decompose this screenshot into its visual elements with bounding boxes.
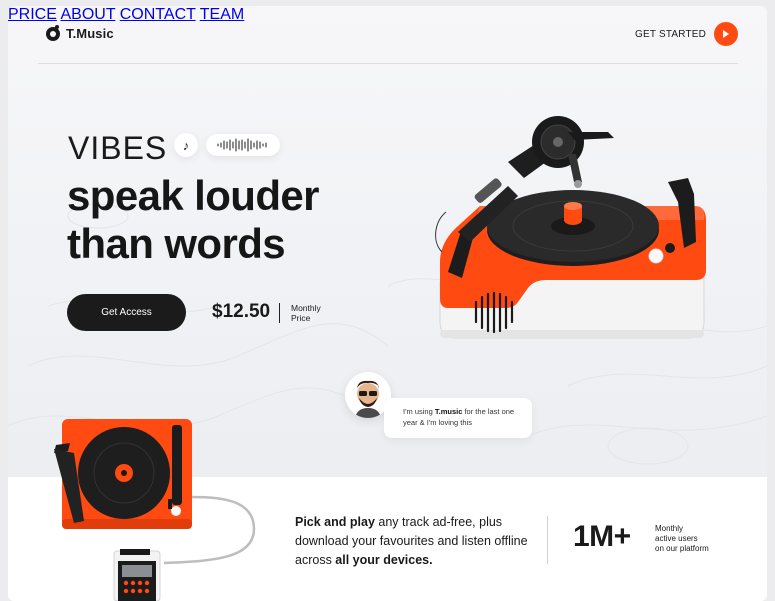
brand-logo[interactable]: T.Music	[46, 24, 114, 41]
headline-line-1: speak louder	[67, 172, 320, 219]
testimonial-bubble: I'm using T.music for the last one year …	[384, 398, 532, 438]
testimonial-text-start: I'm using	[403, 407, 435, 416]
get-started-label: GET STARTED	[635, 28, 707, 40]
band-divider	[547, 516, 548, 564]
price-label-line-2: Price	[291, 313, 311, 323]
stat-label-line-2: active users	[655, 534, 698, 543]
features-text-bold-1: Pick and play	[295, 515, 375, 529]
page-frame: T.Music PRICE ABOUT CONTACT TEAM GET STA…	[8, 6, 767, 601]
logo-icon	[46, 24, 60, 41]
turntable-device-image	[54, 419, 256, 601]
price-value: $12.50	[212, 301, 271, 322]
stat-label-line-1: Monthly	[655, 524, 684, 533]
get-started-button[interactable]	[714, 22, 739, 46]
brand-name: T.Music	[66, 26, 114, 41]
headline-line-2: than words	[67, 220, 286, 267]
header-divider	[38, 63, 738, 64]
features-text-bold-2: all your devices.	[335, 553, 433, 567]
stat-value: 1M+	[573, 520, 631, 553]
get-access-button[interactable]: Get Access	[67, 294, 186, 331]
price-label-line-1: Monthly	[291, 303, 321, 313]
price-label: Monthly Price	[291, 303, 341, 323]
get-started-cta[interactable]: GET STARTED	[635, 22, 739, 46]
header: T.Music PRICE ABOUT CONTACT TEAM GET STA…	[8, 6, 767, 64]
stat-label-line-3: on our platform	[655, 544, 709, 553]
nav-item-contact[interactable]: CONTACT	[120, 6, 196, 23]
features-text: Pick and play any track ad-free, plus do…	[295, 513, 535, 570]
waveform-pill	[206, 134, 280, 156]
music-note-icon: ♪	[174, 133, 198, 157]
nav-item-team[interactable]: TEAM	[200, 6, 244, 23]
nav-item-about[interactable]: ABOUT	[60, 6, 115, 23]
stat-label: Monthly active users on our platform	[655, 524, 735, 554]
waveform-icon	[217, 138, 267, 152]
arrow-right-icon	[723, 30, 730, 38]
turntable-hero-image	[435, 116, 706, 339]
nav-item-price[interactable]: PRICE	[8, 6, 57, 23]
hero-headline: speak louder than words	[67, 172, 397, 268]
price-divider	[279, 303, 280, 323]
hero-eyebrow: VIBES	[68, 130, 168, 166]
testimonial-brand: T.music	[434, 407, 463, 416]
